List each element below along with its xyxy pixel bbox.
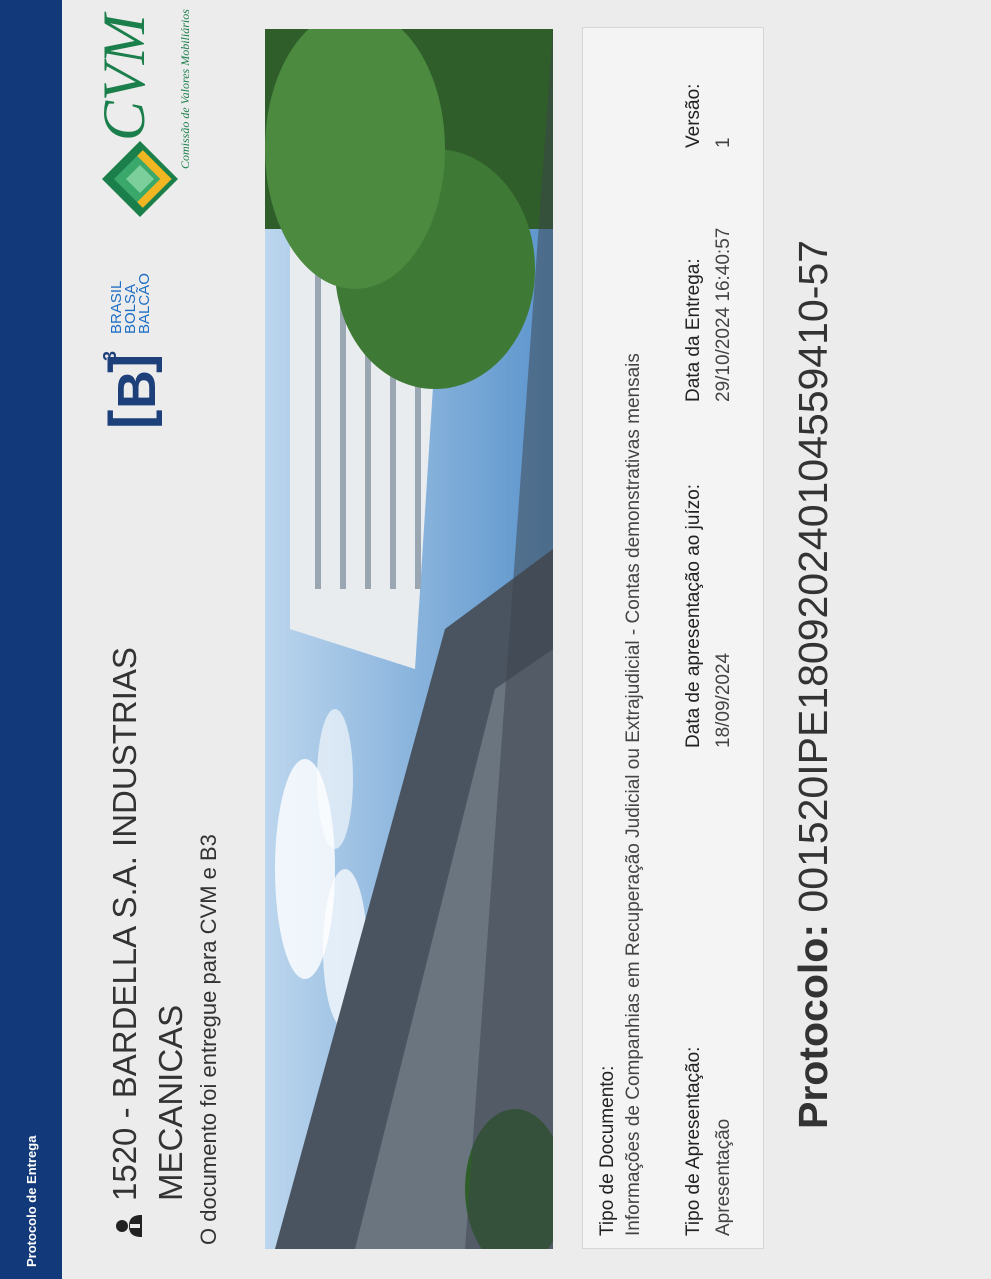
delivery-note: O documento foi entregue para CVM e B3 [196, 834, 221, 1245]
header: 1520 - BARDELLA S.A. INDUSTRIAS MECANICA… [62, 0, 242, 1279]
b3-bracket-left-icon: [ [98, 409, 163, 429]
company-name: 1520 - BARDELLA S.A. INDUSTRIAS MECANICA… [106, 647, 189, 1201]
protocol-line: Protocolo: 001520IPE180920240104559410-5… [790, 240, 837, 1129]
cvm-diamond-icon [102, 141, 178, 217]
b3-superscript: 3 [100, 350, 120, 361]
cvm-wordmark: CVM [91, 14, 157, 141]
cvm-subtitle: Comissão de Valores Mobiliários [178, 9, 192, 169]
top-bar-title: Protocolo de Entrega [24, 1135, 39, 1267]
document-type-value: Informações de Companhias em Recuperação… [623, 353, 644, 1236]
presentation-type-label: Tipo de Apresentação: [683, 1046, 704, 1236]
version-label: Versão: [683, 83, 704, 148]
cvm-logo: CVM Comissão de Valores Mobiliários [82, 9, 192, 219]
b3-letter: B [107, 370, 167, 409]
b3-logo: [ B ] 3 BRASIL BOLSA BALCÃO [98, 249, 172, 429]
b3-words: BRASIL BOLSA BALCÃO [108, 273, 153, 334]
delivery-date-value: 29/10/2024 16:40:57 [713, 227, 734, 402]
building-photo [265, 29, 553, 1249]
document-type-label: Tipo de Documento: [597, 1065, 618, 1236]
user-icon [116, 1215, 142, 1237]
presentation-type-value: Apresentação [713, 1118, 734, 1236]
delivery-receipt-page: Protocolo de Entrega 1520 - BARDELLA S.A… [0, 0, 991, 1279]
protocol-number: 001520IPE180920240104559410-57 [790, 240, 836, 913]
b3-word: BALCÃO [136, 273, 153, 334]
delivery-date-label: Data da Entrega: [683, 258, 704, 402]
top-bar: Protocolo de Entrega [0, 0, 62, 1279]
document-info-box: Tipo de Documento: Informações de Compan… [582, 27, 764, 1249]
court-date-value: 18/09/2024 [713, 652, 734, 748]
protocol-label: Protocolo: [790, 924, 836, 1129]
version-value: 1 [713, 137, 734, 148]
court-date-label: Data de apresentação ao juízo: [683, 483, 704, 748]
